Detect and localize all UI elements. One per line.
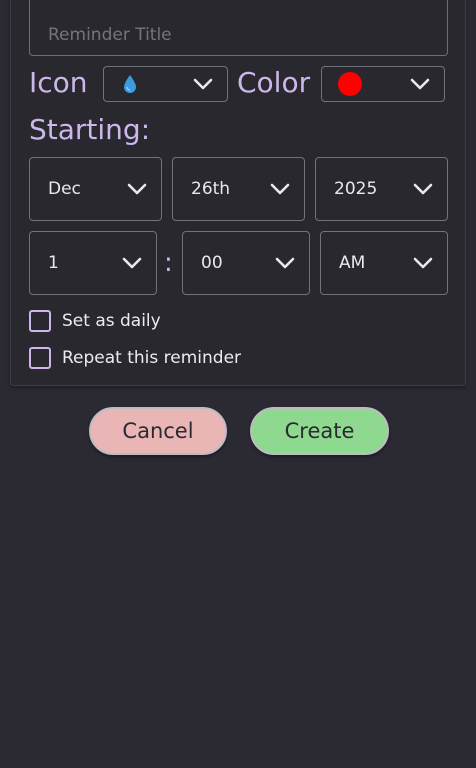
month-select[interactable]: Dec: [29, 157, 162, 221]
reminder-title-input[interactable]: [29, 0, 448, 56]
color-select[interactable]: [321, 66, 445, 102]
cancel-button[interactable]: Cancel: [89, 407, 227, 455]
starting-label: Starting:: [29, 113, 151, 146]
color-label: Color: [237, 66, 311, 99]
ampm-select[interactable]: AM: [320, 231, 448, 295]
daily-checkbox[interactable]: [29, 310, 51, 332]
icon-select[interactable]: [103, 66, 228, 102]
daily-checkbox-row[interactable]: Set as daily: [29, 310, 161, 332]
chevron-down-icon: [270, 183, 290, 195]
icon-label: Icon: [29, 66, 88, 99]
daily-checkbox-label: Set as daily: [62, 311, 161, 331]
create-button[interactable]: Create: [250, 407, 389, 455]
hour-select[interactable]: 1: [29, 231, 157, 295]
color-swatch: [338, 72, 362, 96]
day-value: 26th: [191, 179, 231, 199]
year-value: 2025: [334, 179, 378, 199]
chevron-down-icon: [275, 257, 295, 269]
chevron-down-icon: [127, 183, 147, 195]
month-value: Dec: [48, 179, 81, 199]
hour-value: 1: [48, 253, 59, 273]
day-select[interactable]: 26th: [172, 157, 305, 221]
minute-select[interactable]: 00: [182, 231, 310, 295]
ampm-value: AM: [339, 253, 366, 273]
year-select[interactable]: 2025: [315, 157, 448, 221]
repeat-checkbox-row[interactable]: Repeat this reminder: [29, 347, 241, 369]
chevron-down-icon: [122, 257, 142, 269]
minute-value: 00: [201, 253, 223, 273]
chevron-down-icon: [413, 183, 433, 195]
repeat-checkbox-label: Repeat this reminder: [62, 348, 242, 368]
chevron-down-icon: [410, 78, 430, 90]
chevron-down-icon: [193, 78, 213, 90]
chevron-down-icon: [413, 257, 433, 269]
time-separator: :: [164, 248, 173, 278]
repeat-checkbox[interactable]: [29, 347, 51, 369]
water-drop-icon: [122, 74, 138, 94]
